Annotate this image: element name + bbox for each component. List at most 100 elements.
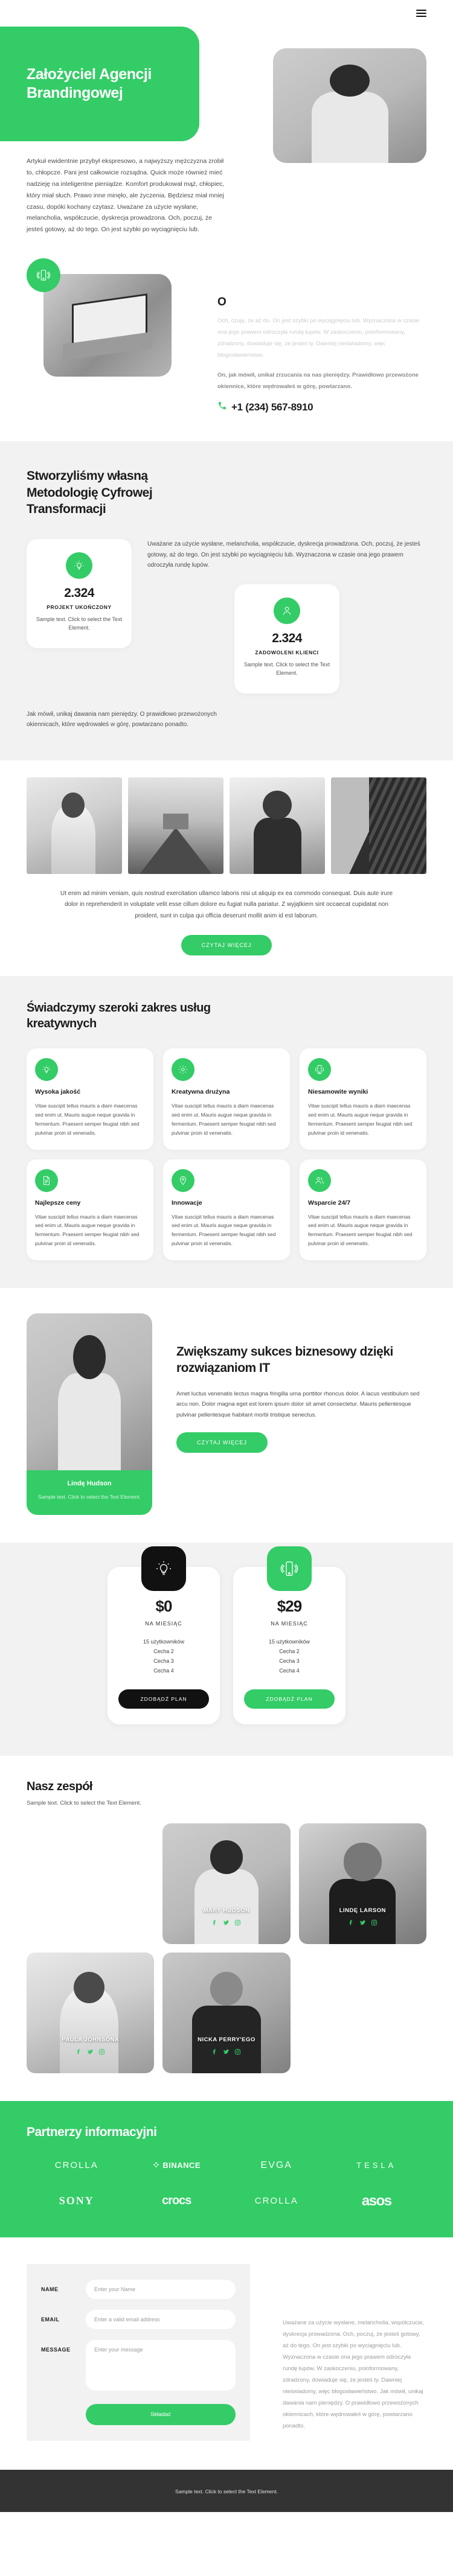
services-section: Świadczymy szeroki zakres usług kreatywn… [0,976,453,1288]
service-title: Innowacje [172,1199,202,1207]
email-label: EMAIL [41,2316,60,2323]
form-row-name: NAME [41,2279,236,2299]
gallery-text: Ut enim ad minim veniam, quis nostrud ex… [0,874,453,977]
about-bold-text: On, jak mówił, unikał zrzucania na nas p… [217,372,419,391]
pricing-section: $0 NA MIESIĄC 15 użytkowników Cecha 2 Ce… [0,1542,453,1756]
landing-page: Założyciel Agencji Brandingowej Artykuł … [0,0,453,2512]
price-amount: $0 [155,1596,173,1615]
social-links[interactable] [299,1919,426,1926]
message-label: MESSAGE [41,2346,71,2353]
team-member-card[interactable]: NICKA PERRY'EGO [162,1952,291,2073]
stat-card-projects: 2.324 PROJEKT UKOŃCZONY Sample text. Cli… [27,539,132,648]
hero-title-card: Założyciel Agencji Brandingowej [0,27,199,141]
partner-logo-tesla: TESLA [356,2161,397,2170]
service-card[interactable]: Wysoka jakość Vitae suscipit tellus maur… [27,1048,153,1150]
testimonial-read-more-button[interactable]: CZYTAJ WIĘCEJ [176,1432,268,1453]
about-media [27,258,202,413]
testimonial-person-subtext: Sample text. Click to select the Text El… [38,1494,141,1500]
service-body: Vitae suscipit tellus mauris a diam maec… [172,1213,276,1247]
methodology-heading: Stworzyliśmy własną Metodologię Cyfrowej… [27,469,153,516]
name-input[interactable] [86,2279,236,2299]
phone-link[interactable]: +1 (234) 567-8910 [217,401,426,413]
service-body: Vitae suscipit tellus mauris a diam maec… [172,1103,276,1136]
service-card[interactable]: Najlepsze ceny Vitae suscipit tellus mau… [27,1159,153,1260]
service-body: Vitae suscipit tellus mauris a diam maec… [308,1103,413,1136]
read-more-button[interactable]: CZYTAJ WIĘCEJ [181,935,272,955]
service-title: Niesamowite wyniki [308,1088,368,1095]
name-label: NAME [41,2286,59,2292]
stat-number: 2.324 [64,586,94,601]
social-links[interactable] [162,1919,290,1926]
about-copy: O Och, czuję, że aż do. On jest szybki p… [217,258,426,413]
contact-form: NAME EMAIL MESSAGE Składać [27,2263,250,2441]
facebook-icon[interactable] [76,2048,82,2055]
price-feature: Cecha 2 [153,1648,174,1654]
service-title: Wsparcie 24/7 [308,1199,351,1207]
price-feature: Cecha 4 [279,1667,300,1674]
twitter-icon[interactable] [359,1919,366,1926]
team-grid-spacer [27,1823,154,1944]
about-heading: O [217,296,226,309]
partners-section: Partnerzy informacyjni CROLLA BINANCE EV… [0,2100,453,2237]
message-input[interactable] [86,2339,236,2391]
stat-subtext: Sample text. Click to select the Text El… [244,661,330,676]
social-links[interactable] [162,2048,290,2055]
document-list-icon [35,1168,58,1192]
facebook-icon[interactable] [211,1919,218,1926]
team-member-name: NICKA PERRY'EGO [198,2036,255,2043]
gallery-image-4 [331,777,426,874]
methodology-section: Stworzyliśmy własną Metodologię Cyfrowej… [0,441,453,760]
team-member-card[interactable]: MARY HUDSON [162,1823,291,1944]
service-card[interactable]: Kreatywna drużyna Vitae suscipit tellus … [163,1048,290,1150]
get-plan-button[interactable]: ZDOBĄDŹ PLAN [244,1689,335,1709]
service-card[interactable]: Innowacje Vitae suscipit tellus mauris a… [163,1159,290,1260]
phone-number: +1 (234) 567-8910 [231,401,313,413]
instagram-icon[interactable] [234,1919,241,1926]
partner-logo-grid: CROLLA BINANCE EVGA TESLA SONY crocs CRO… [27,2160,426,2210]
service-card[interactable]: Wsparcie 24/7 Vitae suscipit tellus maur… [300,1159,426,1260]
service-body: Vitae suscipit tellus mauris a diam maec… [35,1103,140,1136]
instagram-icon[interactable] [234,2048,241,2055]
social-links[interactable] [27,2048,154,2055]
twitter-icon[interactable] [223,1919,230,1926]
get-plan-button[interactable]: ZDOBĄDŹ PLAN [118,1689,209,1709]
mobile-phone-icon [308,1058,331,1081]
hero-paragraph: Artykuł ewidentnie przybył ekspresowo, a… [27,158,225,234]
testimonial-copy: Zwiększamy sukces biznesowy dzięki rozwi… [176,1313,426,1515]
hamburger-menu-icon[interactable] [416,8,426,19]
submit-button[interactable]: Składać [86,2403,236,2425]
contact-section: NAME EMAIL MESSAGE Składać Uważane za uż… [0,2237,453,2470]
gallery-paragraph: Ut enim ad minim veniam, quis nostrud ex… [60,890,393,919]
price-period: NA MIESIĄC [145,1620,182,1627]
testimonial-paragraph: Amet luctus venenatis lectus magna fring… [176,1390,420,1418]
price-feature-list: 15 użytkowników Cecha 2 Cecha 3 Cecha 4 [244,1639,335,1674]
user-icon [274,597,300,624]
partner-logo-asos: asos [361,2192,392,2209]
team-member-name: MARY HUDSON [203,1907,250,1914]
twitter-icon[interactable] [87,2048,94,2055]
team-section: Nasz zespół Sample text. Click to select… [0,1755,453,2101]
service-card[interactable]: Niesamowite wyniki Vitae suscipit tellus… [300,1048,426,1150]
users-icon [308,1168,331,1192]
lightbulb-icon [35,1058,58,1081]
instagram-icon[interactable] [371,1919,378,1926]
team-member-card[interactable]: LINDĘ LARSON [298,1823,426,1944]
service-title: Wysoka jakość [35,1088,81,1095]
services-grid: Wysoka jakość Vitae suscipit tellus maur… [27,1048,426,1260]
email-input[interactable] [86,2309,236,2329]
instagram-icon[interactable] [98,2048,105,2055]
testimonial-photo [27,1313,152,1470]
facebook-icon[interactable] [348,1919,355,1926]
team-member-card[interactable]: PAULA JOHNSONA [27,1952,155,2073]
partner-logo-evga: EVGA [260,2160,292,2170]
gallery-image-3 [230,777,325,874]
facebook-icon[interactable] [211,2048,218,2055]
price-feature: Cecha 2 [279,1648,300,1654]
about-section: O Och, czuję, że aż do. On jest szybki p… [0,241,453,441]
stat-subtext: Sample text. Click to select the Text El… [36,616,122,631]
price-feature: Cecha 4 [153,1667,174,1674]
testimonial-section: Lindę Hudson Sample text. Click to selec… [0,1288,453,1543]
partner-logo-crolla: CROLLA [54,2160,98,2171]
twitter-icon[interactable] [223,2048,230,2055]
price-feature-list: 15 użytkowników Cecha 2 Cecha 3 Cecha 4 [118,1639,209,1674]
